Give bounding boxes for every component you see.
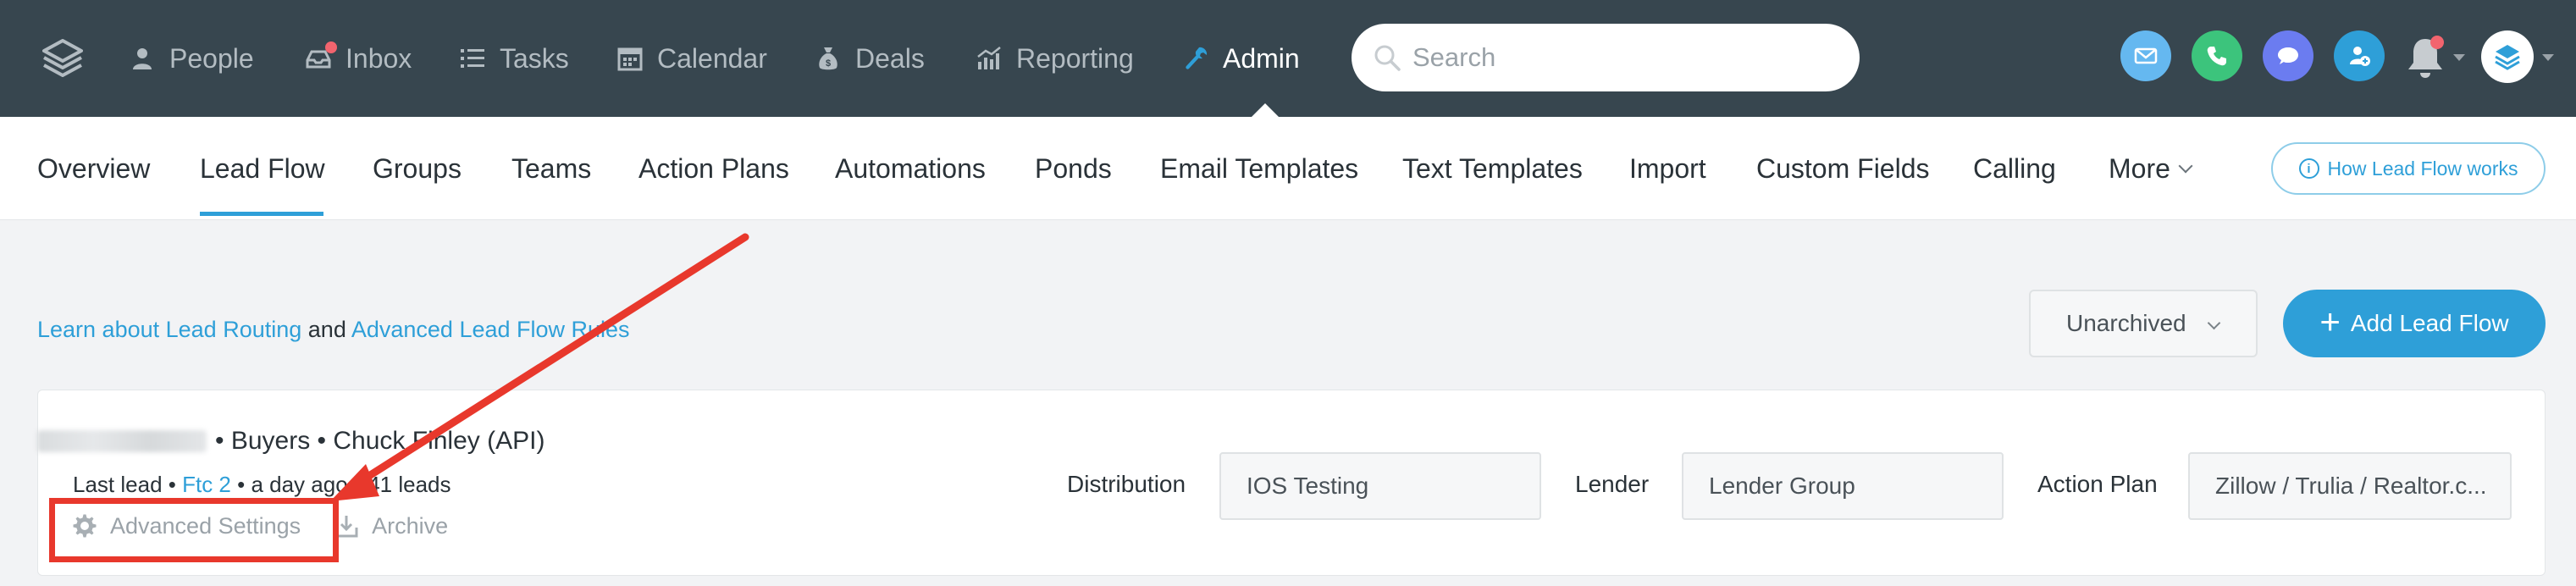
- tab-groups[interactable]: Groups: [373, 117, 462, 220]
- nav-inbox-label: Inbox: [345, 42, 412, 74]
- lender-select[interactable]: Lender Group: [1682, 452, 2004, 520]
- archive-filter-select[interactable]: Unarchived: [2029, 290, 2258, 357]
- nav-deals-label: Deals: [855, 42, 925, 74]
- lender-label: Lender: [1575, 471, 1650, 497]
- distribution-label: Distribution: [1067, 471, 1186, 497]
- lead-routing-link[interactable]: Learn about Lead Routing: [37, 317, 301, 342]
- add-lead-flow-label: Add Lead Flow: [2350, 310, 2509, 336]
- search-icon: [1372, 42, 1402, 73]
- chat-button[interactable]: [2263, 30, 2313, 81]
- wrench-icon: [1182, 45, 1209, 72]
- plus-icon: +: [2319, 301, 2341, 341]
- tab-import[interactable]: Import: [1629, 117, 1706, 220]
- phone-button[interactable]: [2192, 30, 2242, 81]
- last-lead-link[interactable]: Ftc 2: [182, 472, 231, 497]
- notifications-chevron-down-icon[interactable]: [2453, 54, 2465, 61]
- inbox-icon: [305, 41, 337, 72]
- last-lead-details: • a day ago • 41 leads: [237, 472, 451, 497]
- archive-filter-value: Unarchived: [2066, 310, 2186, 336]
- annotation-highlight-box: [49, 498, 339, 562]
- nav-admin[interactable]: Admin: [1182, 0, 1300, 117]
- tab-overview[interactable]: Overview: [37, 117, 150, 220]
- notifications-bell-icon[interactable]: [2403, 34, 2447, 81]
- tab-calling[interactable]: Calling: [1973, 117, 2056, 220]
- redacted-source-name: [37, 430, 207, 452]
- nav-people[interactable]: People: [129, 0, 254, 117]
- tab-more[interactable]: More: [2109, 117, 2193, 220]
- advanced-lead-flow-rules-link[interactable]: Advanced Lead Flow Rules: [351, 317, 630, 342]
- phone-icon: [2207, 47, 2226, 66]
- nav-reporting-label: Reporting: [1016, 42, 1134, 74]
- active-tab-indicator: [200, 212, 323, 216]
- distribution-select[interactable]: IOS Testing: [1219, 452, 1541, 520]
- list-icon: [459, 45, 486, 72]
- admin-subnav: Overview Lead Flow Groups Teams Action P…: [0, 117, 2576, 220]
- archive-link[interactable]: Archive: [333, 512, 448, 539]
- tab-text-templates[interactable]: Text Templates: [1402, 117, 1583, 220]
- nav-deals[interactable]: $ Deals: [815, 0, 925, 117]
- svg-text:$: $: [826, 58, 831, 69]
- action-plan-select[interactable]: Zillow / Trulia / Realtor.c...: [2188, 452, 2512, 520]
- add-lead-flow-button[interactable]: + Add Lead Flow: [2283, 290, 2546, 357]
- archive-label: Archive: [372, 512, 449, 539]
- account-logo-icon: [2495, 45, 2520, 70]
- email-icon: [2134, 47, 2158, 64]
- nav-calendar[interactable]: Calendar: [616, 0, 767, 117]
- calendar-icon: [616, 45, 644, 72]
- add-person-button[interactable]: [2334, 30, 2385, 81]
- person-icon: [129, 45, 156, 72]
- last-lead-info: Last lead • Ftc 2 • a day ago • 41 leads: [73, 472, 451, 498]
- lead-flow-title-text: • Buyers • Chuck Finley (API): [215, 427, 545, 455]
- how-lead-flow-works-label: How Lead Flow works: [2327, 157, 2518, 180]
- tab-teams[interactable]: Teams: [511, 117, 591, 220]
- app-logo-icon[interactable]: [42, 39, 83, 78]
- inbox-notification-dot: [325, 41, 337, 53]
- tab-email-templates[interactable]: Email Templates: [1160, 117, 1358, 220]
- add-person-icon: [2350, 47, 2370, 66]
- how-lead-flow-works-link[interactable]: i How Lead Flow works: [2271, 142, 2546, 195]
- action-plan-label: Action Plan: [2037, 471, 2158, 497]
- learn-about-links: Learn about Lead Routing and Advanced Le…: [37, 317, 630, 343]
- chart-icon: [976, 45, 1003, 72]
- search-input[interactable]: [1412, 24, 1836, 91]
- tab-automations[interactable]: Automations: [835, 117, 986, 220]
- tab-ponds[interactable]: Ponds: [1035, 117, 1112, 220]
- tab-more-label: More: [2109, 152, 2170, 184]
- nav-calendar-label: Calendar: [657, 42, 767, 74]
- nav-tasks[interactable]: Tasks: [459, 0, 569, 117]
- tab-lead-flow[interactable]: Lead Flow: [200, 117, 325, 220]
- tab-action-plans[interactable]: Action Plans: [638, 117, 789, 220]
- account-chevron-down-icon[interactable]: [2542, 54, 2554, 61]
- nav-admin-label: Admin: [1223, 42, 1300, 74]
- nav-inbox[interactable]: Inbox: [305, 0, 412, 117]
- nav-reporting[interactable]: Reporting: [976, 0, 1134, 117]
- last-lead-label: Last lead •: [73, 472, 176, 497]
- search-bar[interactable]: [1352, 24, 1860, 91]
- chat-icon: [2278, 47, 2298, 64]
- info-icon: i: [2298, 158, 2319, 179]
- chevron-down-icon: [2178, 158, 2193, 174]
- tab-custom-fields[interactable]: Custom Fields: [1756, 117, 1930, 220]
- lead-flow-title[interactable]: • Buyers • Chuck Finley (API): [37, 427, 544, 456]
- user-avatar[interactable]: [2481, 30, 2534, 83]
- learn-and-text: and: [307, 317, 346, 342]
- nav-tasks-label: Tasks: [500, 42, 569, 74]
- top-navigation-bar: People Inbox Tasks Calendar $ Deals Repo…: [0, 0, 2576, 117]
- money-bag-icon: $: [815, 45, 842, 72]
- email-button[interactable]: [2120, 30, 2171, 81]
- chevron-down-icon: [2207, 316, 2221, 330]
- active-nav-pointer: [1252, 103, 1279, 117]
- nav-people-label: People: [169, 42, 254, 74]
